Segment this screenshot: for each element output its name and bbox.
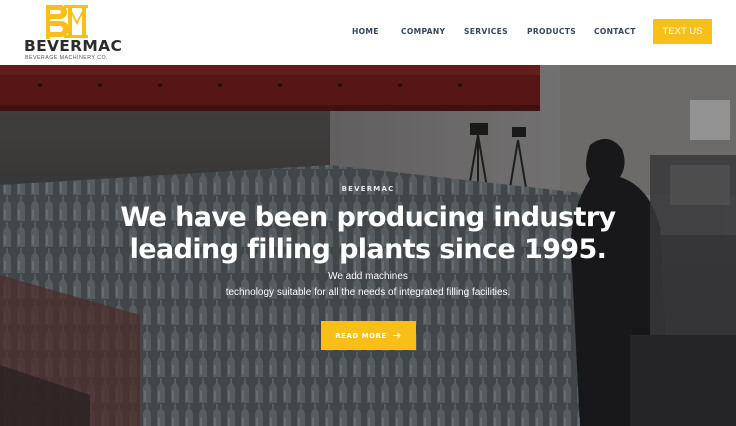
read-more-label: READ MORE — [335, 331, 387, 340]
nav-contact[interactable]: CONTACT — [594, 27, 636, 36]
hero-eyebrow: BEVERMAC — [341, 185, 395, 193]
nav-company[interactable]: COMPANY — [401, 27, 445, 36]
nav-services[interactable]: SERVICES — [464, 27, 508, 36]
hero-section: BEVERMAC We have been producing industry… — [0, 65, 736, 426]
brand-logo[interactable]: BEVERMAC BEVERAGE MACHINERY CO. — [22, 3, 122, 61]
bm-monogram-icon — [46, 5, 88, 39]
nav-home[interactable]: HOME — [352, 27, 379, 36]
hero-headline: We have been producing industry leading … — [0, 202, 736, 266]
brand-tagline: BEVERAGE MACHINERY CO. — [25, 55, 108, 61]
site-header: BEVERMAC BEVERAGE MACHINERY CO. HOME COM… — [0, 0, 736, 65]
hero-headline-line-2: leading filling plants since 1995. — [129, 234, 607, 265]
brand-name: BEVERMAC — [24, 37, 123, 55]
read-more-button[interactable]: READ MORE — [321, 321, 416, 350]
hero-headline-line-1: We have been producing industry — [120, 202, 616, 233]
hero-subtext-line-1: We add machines — [328, 271, 408, 282]
hero-subtext-line-2: technology suitable for all the needs of… — [225, 287, 511, 298]
nav-products[interactable]: PRODUCTS — [527, 27, 576, 36]
arrow-right-icon — [392, 332, 401, 339]
text-us-button[interactable]: TEXT US — [653, 19, 712, 44]
